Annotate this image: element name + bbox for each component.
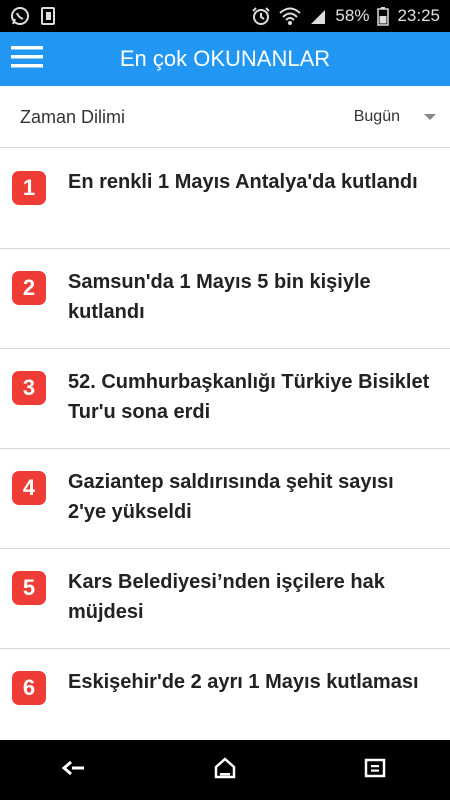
sim-card-icon: [40, 6, 58, 26]
news-item[interactable]: 3 52. Cumhurbaşkanlığı Türkiye Bisiklet …: [0, 349, 450, 449]
news-item[interactable]: 1 En renkli 1 Mayıs Antalya'da kutlandı: [0, 149, 450, 249]
app-bar: En çok OKUNANLAR: [0, 32, 450, 86]
battery-percent: 58%: [335, 6, 370, 25]
news-item[interactable]: 4 Gaziantep saldırısında şehit sayısı 2'…: [0, 449, 450, 549]
wifi-icon: [279, 6, 302, 26]
page-title: En çok OKUNANLAR: [119, 46, 331, 71]
news-title: Gaziantep saldırısında şehit sayısı 2'ye…: [68, 471, 394, 523]
menu-button[interactable]: [0, 32, 54, 86]
rank-badge: 6: [12, 671, 46, 705]
back-icon: [61, 760, 88, 781]
news-title: Samsun'da 1 Mayıs 5 bin kişiyle kutlandı: [68, 271, 371, 323]
whatsapp-icon: [10, 6, 30, 26]
rank-badge: 1: [12, 171, 46, 205]
home-icon: [213, 756, 237, 784]
news-title: En renkli 1 Mayıs Antalya'da kutlandı: [68, 171, 418, 193]
status-time: 23:25: [397, 6, 440, 25]
time-filter-row: Zaman Dilimi Bugün: [0, 86, 450, 148]
rank-badge: 4: [12, 471, 46, 505]
home-button[interactable]: [195, 740, 255, 800]
dropdown-arrow-icon: [424, 114, 436, 120]
recents-icon: [364, 758, 386, 783]
alarm-icon: [251, 6, 271, 26]
rank-badge: 5: [12, 571, 46, 605]
rank-badge: 2: [12, 271, 46, 305]
rank-badge: 3: [12, 371, 46, 405]
news-title: Eskişehir'de 2 ayrı 1 Mayıs kutlaması: [68, 671, 419, 693]
time-filter-label: Zaman Dilimi: [20, 107, 126, 127]
news-title: Kars Belediyesi’nden işçilere hak müjdes…: [68, 571, 385, 623]
time-period-value: Bugün: [353, 108, 400, 125]
recents-button[interactable]: [345, 740, 405, 800]
back-button[interactable]: [45, 740, 105, 800]
news-title: 52. Cumhurbaşkanlığı Türkiye Bisiklet Tu…: [68, 371, 430, 423]
news-list: 1 En renkli 1 Mayıs Antalya'da kutlandı …: [0, 149, 450, 749]
time-period-dropdown[interactable]: Bugün: [354, 86, 436, 148]
news-item[interactable]: 2 Samsun'da 1 Mayıs 5 bin kişiyle kutlan…: [0, 249, 450, 349]
battery-icon: [377, 6, 390, 26]
news-item[interactable]: 5 Kars Belediyesi’nden işçilere hak müjd…: [0, 549, 450, 649]
signal-icon: [309, 6, 327, 26]
hamburger-menu-icon: [11, 45, 43, 73]
news-item[interactable]: 6 Eskişehir'de 2 ayrı 1 Mayıs kutlaması: [0, 649, 450, 749]
system-nav-bar: [0, 740, 450, 800]
status-bar: 58% 23:25: [0, 0, 450, 32]
